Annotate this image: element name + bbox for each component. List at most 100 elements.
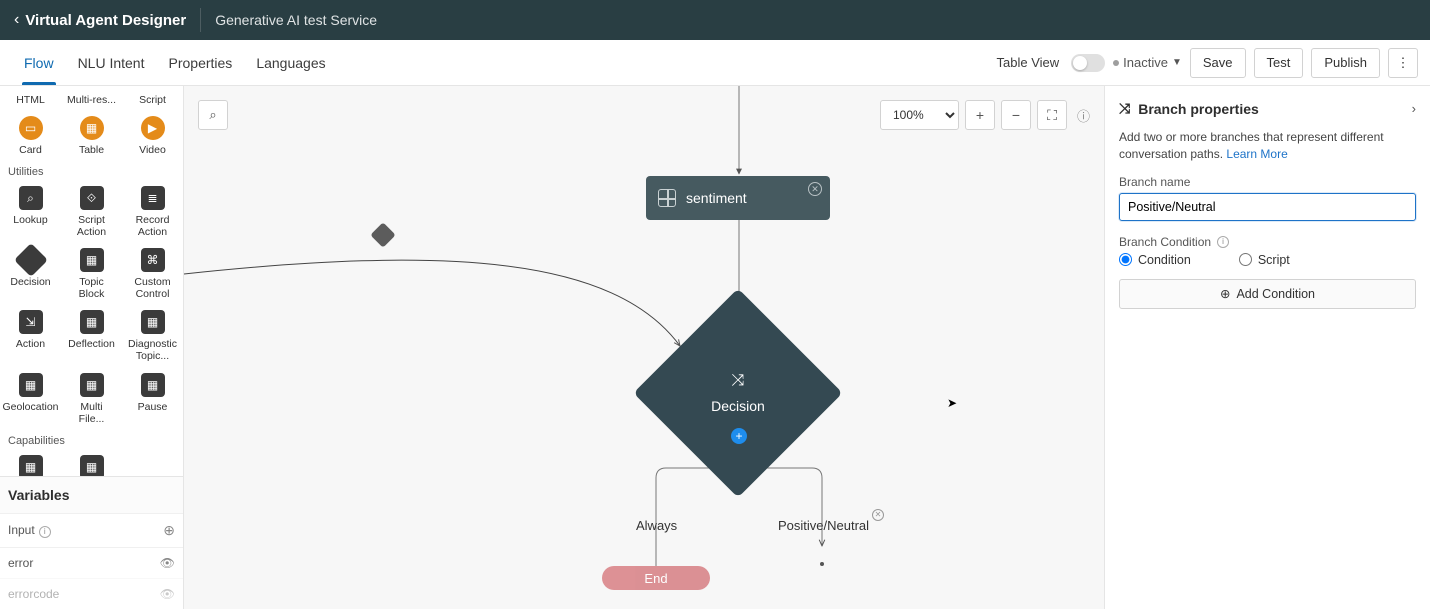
palette-script-label: Script (124, 94, 181, 106)
palette-record-action[interactable]: ≣Record Action (122, 180, 183, 242)
palette-pause[interactable]: ▦Pause (122, 367, 183, 429)
overflow-menu-button[interactable]: ⋮ (1388, 48, 1418, 78)
palette-video[interactable]: ▶Video (122, 110, 183, 160)
service-title: Generative AI test Service (215, 12, 377, 28)
branch-always-label[interactable]: Always (636, 518, 677, 533)
capability-icon: ▦ (80, 455, 104, 476)
palette-video-label: Video (124, 144, 181, 156)
kebab-icon: ⋮ (1397, 55, 1410, 71)
script-radio-label: Script (1258, 253, 1290, 267)
node-close-button[interactable]: ✕ (808, 182, 822, 196)
node-sentiment-label: sentiment (686, 190, 747, 206)
palette-table[interactable]: ▦Table (61, 110, 122, 160)
branch-remove-button[interactable]: ✕ (872, 509, 884, 521)
script-radio[interactable]: Script (1239, 253, 1290, 267)
palette-topic-block[interactable]: ▦Topic Block (61, 242, 122, 304)
palette-custom-control[interactable]: ⌘Custom Control (122, 242, 183, 304)
flow-canvas[interactable]: ⌕ 100% + − ⛶ ⓘ (184, 86, 1104, 609)
node-end[interactable]: End (602, 566, 710, 590)
panel-collapse-chevron-icon[interactable]: › (1412, 101, 1416, 116)
palette-html-label: HTML (2, 94, 59, 106)
branch-positive-label[interactable]: Positive/Neutral (778, 518, 869, 533)
node-decision-label: Decision (711, 398, 765, 414)
panel-title: Branch properties (1138, 101, 1259, 117)
variable-errorcode-row[interactable]: errorcode 👁 (0, 578, 183, 609)
palette-lookup[interactable]: ⌕Lookup (0, 180, 61, 242)
tab-flow[interactable]: Flow (12, 40, 66, 85)
main-area: HTML Multi-res... Script ▭Card ▦Table ▶V… (0, 86, 1430, 609)
publish-button[interactable]: Publish (1311, 48, 1380, 78)
save-label: Save (1203, 55, 1233, 70)
branch-condition-label-text: Branch Condition (1119, 235, 1211, 249)
lookup-icon: ⌕ (19, 186, 43, 210)
palette-deflection-label: Deflection (63, 338, 120, 350)
add-branch-button[interactable]: + (731, 428, 747, 444)
condition-radio-label: Condition (1138, 253, 1191, 267)
script-action-icon: ⟐ (80, 186, 104, 210)
top-header: ‹ Virtual Agent Designer Generative AI t… (0, 0, 1430, 40)
palette-script[interactable]: Script (122, 88, 183, 110)
mouse-cursor-icon: ➤ (947, 396, 957, 410)
palette-diagnostic-topic[interactable]: ▦Diagnostic Topic... (122, 304, 183, 366)
test-label: Test (1267, 55, 1291, 70)
palette-deflection[interactable]: ▦ Deflection (61, 304, 122, 366)
node-end-label: End (644, 571, 667, 586)
tab-properties[interactable]: Properties (157, 40, 245, 85)
palette-decision[interactable]: Decision (0, 242, 61, 304)
palette-action[interactable]: ⇲Action (0, 304, 61, 366)
palette-decision-label: Decision (2, 276, 59, 288)
back-chevron-icon[interactable]: ‹ (14, 11, 19, 29)
eye-icon[interactable]: 👁 (160, 556, 175, 570)
info-icon[interactable]: i (1217, 236, 1229, 248)
palette-pause-label: Pause (124, 401, 181, 413)
save-button[interactable]: Save (1190, 48, 1246, 78)
capabilities-section-label: Capabilities (0, 429, 183, 449)
eye-icon[interactable]: 👁 (160, 587, 175, 601)
grid-icon (658, 189, 676, 207)
add-input-variable-button[interactable]: ⊕ (163, 522, 175, 539)
variables-header[interactable]: Variables (0, 476, 183, 513)
condition-radio-input[interactable] (1119, 253, 1132, 266)
palette-html[interactable]: HTML (0, 88, 61, 110)
learn-more-link[interactable]: Learn More (1226, 147, 1287, 161)
tab-nlu-intent[interactable]: NLU Intent (66, 40, 157, 85)
app-title: Virtual Agent Designer (25, 12, 186, 29)
info-icon[interactable]: i (39, 526, 51, 538)
branch-split-icon: ⤨ (732, 372, 745, 390)
palette-script-action-label: Script Action (63, 214, 120, 238)
palette-capability-empty (122, 449, 183, 476)
tab-languages[interactable]: Languages (244, 40, 337, 85)
palette-geolocation[interactable]: ▦Geolocation (0, 367, 61, 429)
palette-multi-label: Multi-res... (63, 94, 120, 106)
status-dot-icon (1113, 60, 1119, 66)
add-condition-label: Add Condition (1236, 287, 1315, 301)
record-action-icon: ≣ (141, 186, 165, 210)
palette-multi-response[interactable]: Multi-res... (61, 88, 122, 110)
palette-capability-1[interactable]: ▦ (0, 449, 61, 476)
palette-card-label: Card (2, 144, 59, 156)
variable-error-row[interactable]: error 👁 (0, 547, 183, 578)
branch-condition-label: Branch Condition i (1119, 235, 1416, 249)
table-icon: ▦ (80, 116, 104, 140)
decision-icon (14, 243, 48, 277)
palette-script-action[interactable]: ⟐ Script Action (61, 180, 122, 242)
branch-name-input[interactable] (1119, 193, 1416, 221)
topic-block-icon: ▦ (80, 248, 104, 272)
deflection-icon: ▦ (80, 310, 104, 334)
variables-input-row: Inputi ⊕ (0, 513, 183, 547)
palette-custom-control-label: Custom Control (124, 276, 181, 300)
palette-capability-2[interactable]: ▦ (61, 449, 122, 476)
node-decision[interactable]: ⤨ Decision (664, 319, 812, 467)
script-radio-input[interactable] (1239, 253, 1252, 266)
diagnostic-icon: ▦ (141, 310, 165, 334)
node-sentiment[interactable]: sentiment ✕ (646, 176, 830, 220)
palette-card[interactable]: ▭Card (0, 110, 61, 160)
condition-radio[interactable]: Condition (1119, 253, 1191, 267)
status-dropdown[interactable]: Inactive ▼ (1113, 55, 1182, 70)
tab-flow-label: Flow (24, 55, 54, 71)
add-condition-button[interactable]: ⊕ Add Condition (1119, 279, 1416, 309)
test-button[interactable]: Test (1254, 48, 1304, 78)
palette-multi-file[interactable]: ▦Multi File... (61, 367, 122, 429)
toolbar-right: Table View Inactive ▼ Save Test Publish … (997, 40, 1430, 85)
table-view-toggle[interactable] (1071, 54, 1105, 72)
